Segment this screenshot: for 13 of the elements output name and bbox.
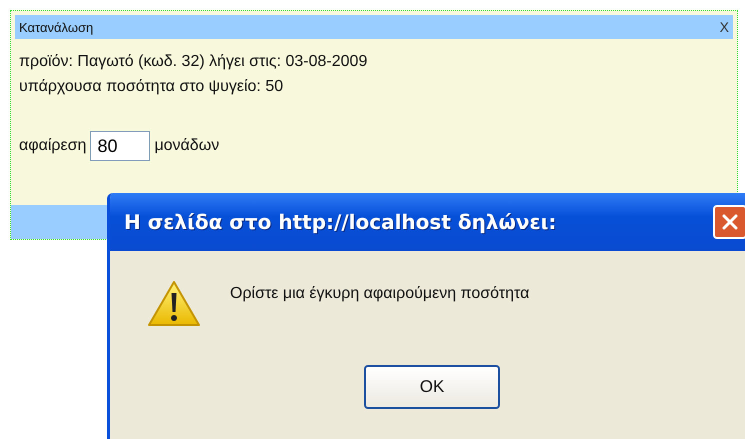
- info-text: προϊόν: Παγωτό (κωδ. 32) λήγει στις: 03-08-2009: [19, 52, 368, 72]
- quantity-field[interactable]: 80: [90, 131, 150, 161]
- close-button[interactable]: X: [720, 19, 729, 35]
- ok-button[interactable]: OK: [364, 365, 500, 409]
- warning-icon: [146, 279, 202, 329]
- dialog-title: Η σελίδα στο http://localhost δηλώνει:: [124, 210, 556, 234]
- close-icon: [722, 214, 738, 230]
- close-button[interactable]: [713, 205, 745, 239]
- units-label: μονάδων: [154, 137, 220, 155]
- panel-title: Κατανάλωση: [19, 20, 94, 34]
- remove-label: αφαίρεση: [19, 137, 86, 155]
- info-text: υπάρχουσα ποσότητα στο ψυγείο: 50: [19, 77, 284, 97]
- dialog-message: Ορίστε μια έγκυρη αφαιρούμενη ποσότητα: [230, 285, 530, 303]
